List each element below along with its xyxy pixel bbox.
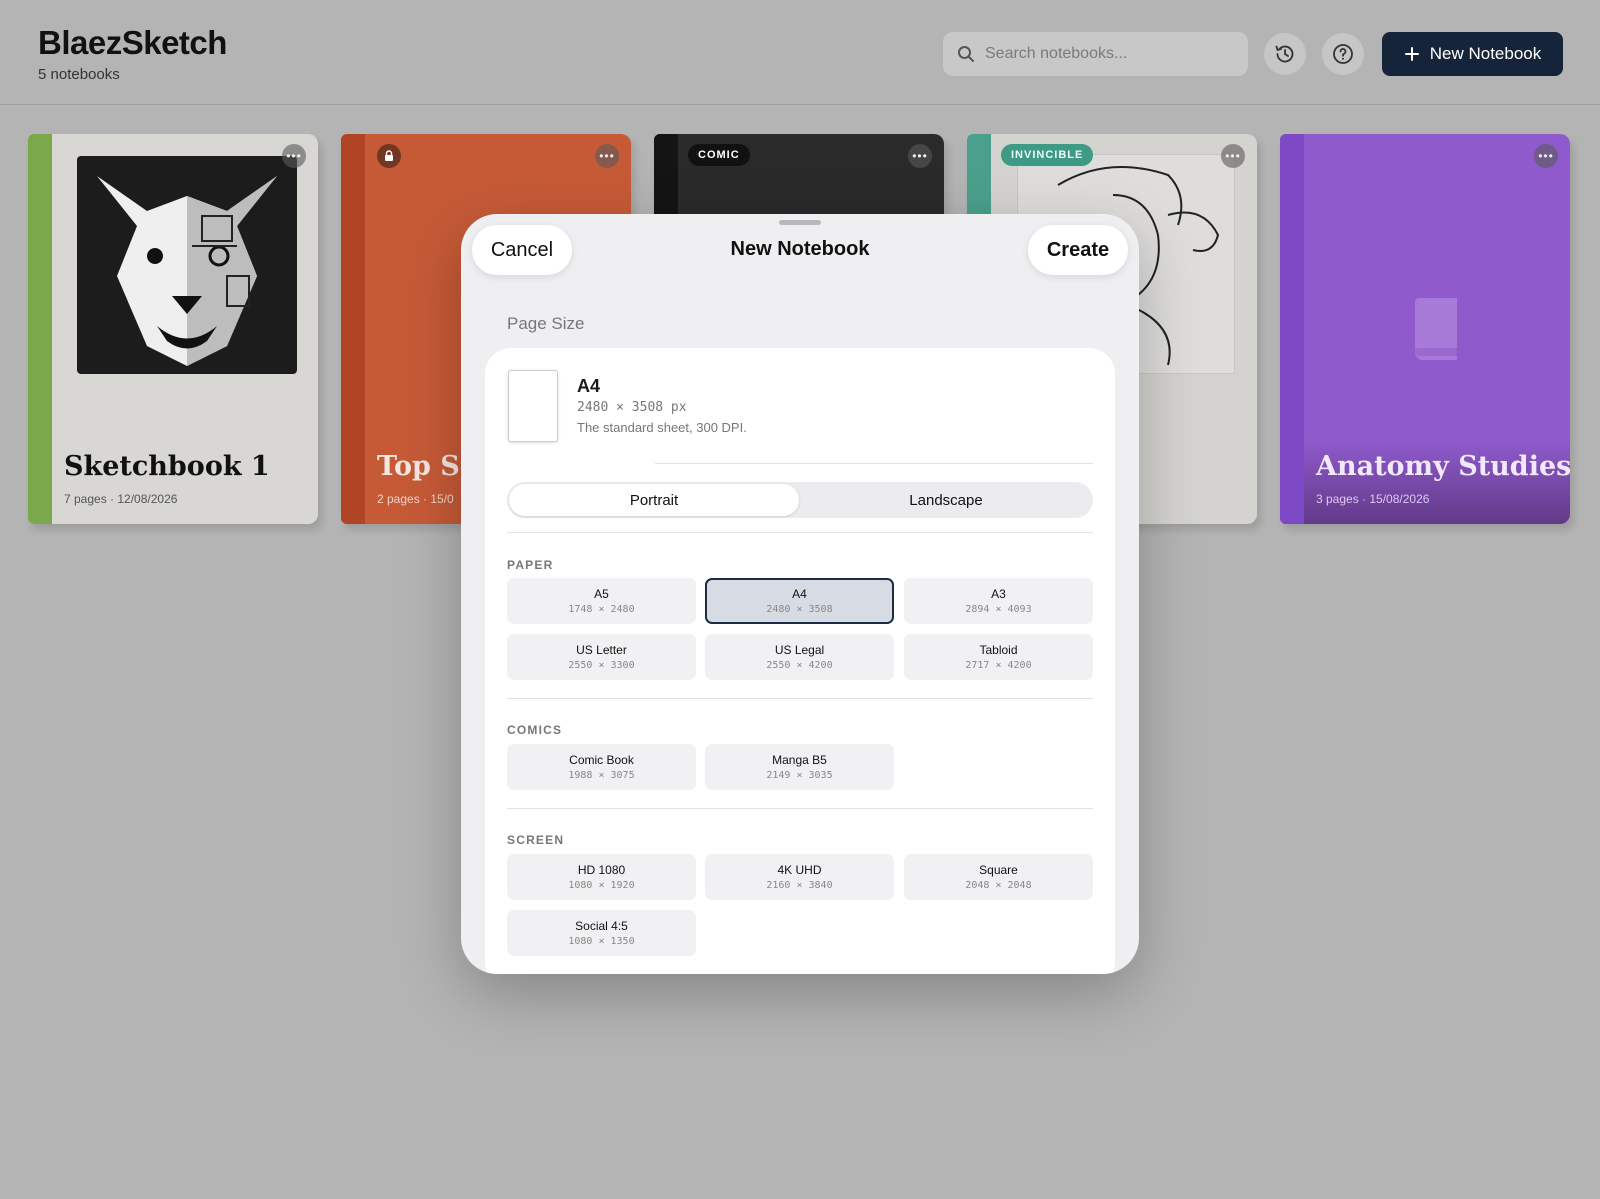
search-icon bbox=[958, 46, 974, 62]
size-tile-hd-1080[interactable]: HD 1080 1080 × 1920 bbox=[507, 854, 696, 900]
app-header: BlaezSketch 5 notebooks New Notebook bbox=[0, 0, 1600, 105]
create-button[interactable]: Create bbox=[1028, 225, 1128, 275]
portrait-option[interactable]: Portrait bbox=[509, 484, 799, 516]
divider bbox=[507, 808, 1093, 809]
tile-dims: 2480 × 3508 bbox=[766, 604, 833, 615]
tile-dims: 1988 × 3075 bbox=[568, 770, 635, 781]
notebook-title: Sketchbook 1 bbox=[64, 451, 270, 482]
card-menu-button[interactable]: ••• bbox=[282, 144, 306, 168]
size-tile-a4[interactable]: A4 2480 × 3508 bbox=[705, 578, 894, 624]
size-tile-us-legal[interactable]: US Legal 2550 × 4200 bbox=[705, 634, 894, 680]
tile-dims: 2149 × 3035 bbox=[766, 770, 833, 781]
landscape-option[interactable]: Landscape bbox=[801, 484, 1091, 516]
tile-name: A5 bbox=[594, 587, 609, 601]
comic-badge: COMIC bbox=[688, 144, 750, 166]
lock-badge bbox=[377, 144, 401, 168]
page-size-panel: A4 2480 × 3508 px The standard sheet, 30… bbox=[485, 348, 1115, 974]
tile-dims: 2550 × 4200 bbox=[766, 660, 833, 671]
group-label-comics: COMICS bbox=[507, 723, 563, 737]
size-tile-tabloid[interactable]: Tabloid 2717 × 4200 bbox=[904, 634, 1093, 680]
card-menu-button[interactable]: ••• bbox=[908, 144, 932, 168]
lock-icon bbox=[385, 150, 393, 161]
plus-icon bbox=[1404, 47, 1419, 61]
size-tile-social-4-5[interactable]: Social 4:5 1080 × 1350 bbox=[507, 910, 696, 956]
notebook-meta: 2 pages · 15/0 bbox=[377, 492, 454, 506]
app-title: BlaezSketch bbox=[38, 24, 227, 61]
notebook-meta: 3 pages · 15/08/2026 bbox=[1316, 492, 1430, 506]
search-input[interactable] bbox=[985, 45, 1235, 63]
tile-name: A3 bbox=[991, 587, 1006, 601]
card-menu-button[interactable]: ••• bbox=[1534, 144, 1558, 168]
card-spine bbox=[341, 134, 365, 524]
size-tile-comic-book[interactable]: Comic Book 1988 × 3075 bbox=[507, 744, 696, 790]
group-label-screen: SCREEN bbox=[507, 833, 565, 847]
tile-name: US Letter bbox=[576, 643, 627, 657]
brand: BlaezSketch 5 notebooks bbox=[38, 24, 227, 83]
card-spine bbox=[1280, 134, 1304, 524]
new-notebook-sheet: Cancel New Notebook Create Page Size A4 … bbox=[461, 214, 1139, 974]
tile-name: Tabloid bbox=[979, 643, 1018, 657]
help-icon bbox=[1333, 44, 1353, 64]
tile-dims: 2894 × 4093 bbox=[965, 604, 1032, 615]
size-tile-a3[interactable]: A3 2894 × 4093 bbox=[904, 578, 1093, 624]
new-notebook-button[interactable]: New Notebook bbox=[1382, 32, 1563, 76]
divider bbox=[507, 698, 1093, 699]
tile-name: Manga B5 bbox=[772, 753, 827, 767]
tile-name: Square bbox=[979, 863, 1018, 877]
tile-name: 4K UHD bbox=[777, 863, 822, 877]
size-tile-square[interactable]: Square 2048 × 2048 bbox=[904, 854, 1093, 900]
tile-dims: 2717 × 4200 bbox=[965, 660, 1032, 671]
tile-dims: 1080 × 1350 bbox=[568, 936, 635, 947]
book-icon bbox=[1415, 298, 1457, 360]
tile-name: HD 1080 bbox=[577, 863, 626, 877]
orientation-toggle[interactable]: Portrait Landscape bbox=[507, 482, 1093, 518]
divider bbox=[507, 532, 1093, 533]
card-menu-button[interactable]: ••• bbox=[1221, 144, 1245, 168]
size-tile-a5[interactable]: A5 1748 × 2480 bbox=[507, 578, 696, 624]
sheet-header: Cancel New Notebook Create bbox=[461, 214, 1139, 284]
page-size-label: Page Size bbox=[507, 314, 585, 333]
selected-size-name: A4 bbox=[577, 376, 601, 396]
help-button[interactable] bbox=[1322, 33, 1364, 75]
group-label-paper: PAPER bbox=[507, 558, 554, 572]
page-preview bbox=[508, 370, 558, 442]
size-tile-us-letter[interactable]: US Letter 2550 × 3300 bbox=[507, 634, 696, 680]
notebook-title: Anatomy Studies bbox=[1316, 451, 1570, 482]
notebook-card-anatomy[interactable]: ••• Anatomy Studies 3 pages · 15/08/2026 bbox=[1280, 134, 1570, 524]
tile-dims: 2550 × 3300 bbox=[568, 660, 635, 671]
divider bbox=[655, 463, 1093, 464]
history-button[interactable] bbox=[1264, 33, 1306, 75]
tile-dims: 2048 × 2048 bbox=[965, 880, 1032, 891]
selected-size-desc: The standard sheet, 300 DPI. bbox=[577, 420, 747, 435]
invincible-badge: INVINCIBLE bbox=[1001, 144, 1094, 166]
tile-dims: 1080 × 1920 bbox=[568, 880, 635, 891]
card-menu-button[interactable]: ••• bbox=[595, 144, 619, 168]
history-icon bbox=[1275, 45, 1294, 63]
card-spine bbox=[28, 134, 52, 524]
tile-name: US Legal bbox=[774, 643, 825, 657]
notebook-count: 5 notebooks bbox=[38, 66, 120, 83]
search-bar[interactable] bbox=[943, 32, 1248, 76]
tile-dims: 1748 × 2480 bbox=[568, 604, 635, 615]
size-tile-manga-b5[interactable]: Manga B5 2149 × 3035 bbox=[705, 744, 894, 790]
selected-size-dims: 2480 × 3508 px bbox=[577, 400, 687, 415]
tile-dims: 2160 × 3840 bbox=[766, 880, 833, 891]
wolf-illustration bbox=[77, 156, 297, 374]
size-tile-4k-uhd[interactable]: 4K UHD 2160 × 3840 bbox=[705, 854, 894, 900]
tile-name: Social 4:5 bbox=[575, 919, 628, 933]
notebook-card-sketchbook[interactable]: ••• Sketchbook 1 7 pages · 12/08/2026 bbox=[28, 134, 318, 524]
notebook-meta: 7 pages · 12/08/2026 bbox=[64, 492, 178, 506]
tile-name: Comic Book bbox=[569, 753, 634, 767]
new-notebook-label: New Notebook bbox=[1429, 44, 1542, 63]
tile-name: A4 bbox=[792, 587, 807, 601]
